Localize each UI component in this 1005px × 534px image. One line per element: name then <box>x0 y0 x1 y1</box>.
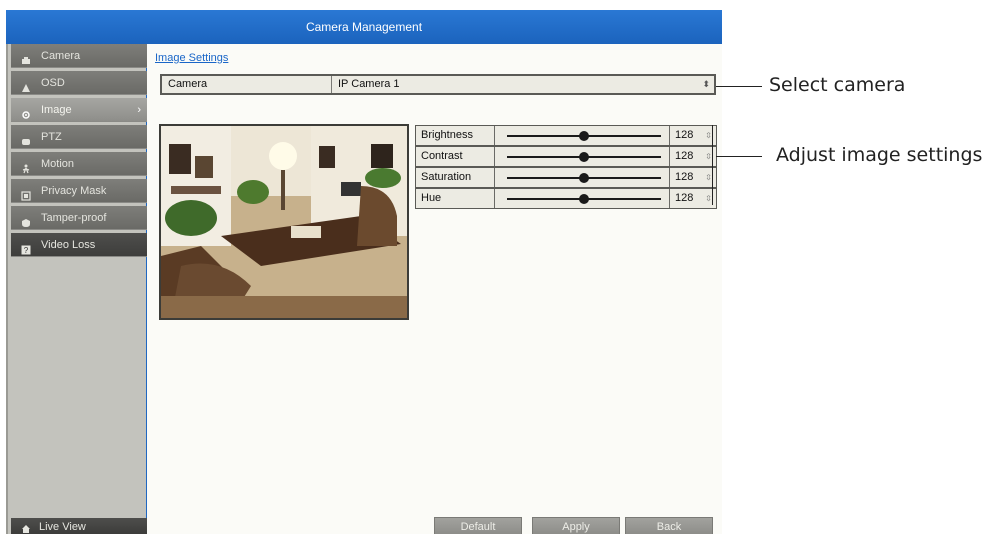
sidebar-item-osd[interactable]: OSD <box>11 71 149 95</box>
adjust-row-saturation: Saturation 128 ⇳ <box>415 167 717 188</box>
spinner-icon[interactable]: ⇳ <box>705 168 712 187</box>
chevron-right-icon: › <box>137 104 141 116</box>
hue-value[interactable]: 128 ⇳ <box>670 189 716 208</box>
sidebar-item-label: Tamper-proof <box>41 211 107 224</box>
slider-knob[interactable] <box>579 173 589 183</box>
brightness-value[interactable]: 128 ⇳ <box>670 126 716 145</box>
spinner-icon[interactable]: ⇳ <box>705 189 712 208</box>
image-adjustments: Brightness 128 ⇳ Contrast 128 ⇳ Saturati… <box>415 125 717 209</box>
default-button[interactable]: Default <box>434 517 522 534</box>
live-view-button[interactable]: Live View <box>11 518 149 534</box>
sidebar-item-image[interactable]: Image › <box>11 98 149 122</box>
sidebar-item-label: PTZ <box>41 130 62 143</box>
sidebar-item-label: Motion <box>41 157 75 170</box>
adjust-image-callout: Adjust image settings <box>776 144 983 166</box>
sidebar-item-privacy-mask[interactable]: Privacy Mask <box>11 179 149 203</box>
back-button[interactable]: Back <box>625 517 713 534</box>
sidebar: Camera OSD Image › PTZ Motion Privacy Ma… <box>6 44 149 534</box>
adjust-row-hue: Hue 128 ⇳ <box>415 188 717 209</box>
sidebar-item-camera[interactable]: Camera <box>11 44 149 68</box>
adjust-label: Saturation <box>416 168 495 187</box>
adjust-value-text: 128 <box>675 129 694 141</box>
adjust-label: Contrast <box>416 147 495 166</box>
sidebar-item-tamper-proof[interactable]: Tamper-proof <box>11 206 149 230</box>
window-title: Camera Management <box>6 10 722 44</box>
osd-icon <box>21 78 31 92</box>
camera-dropdown[interactable]: IP Camera 1 ⬍ <box>332 76 714 93</box>
camera-dropdown-value: IP Camera 1 <box>338 78 400 90</box>
adjust-label: Hue <box>416 189 495 208</box>
sidebar-item-label: OSD <box>41 76 65 89</box>
main-panel: Image Settings Camera IP Camera 1 ⬍ Brig… <box>147 44 722 534</box>
sidebar-item-motion[interactable]: Motion <box>11 152 149 176</box>
contrast-value[interactable]: 128 ⇳ <box>670 147 716 166</box>
sidebar-item-label: Video Loss <box>41 238 96 251</box>
spinner-icon[interactable]: ⇳ <box>705 126 712 145</box>
adjust-bracket-line <box>712 125 713 205</box>
adjust-value-text: 128 <box>675 192 694 204</box>
slider-knob[interactable] <box>579 131 589 141</box>
image-icon <box>21 105 31 119</box>
brightness-slider[interactable] <box>495 126 670 145</box>
ptz-icon <box>21 132 31 145</box>
adjust-row-contrast: Contrast 128 ⇳ <box>415 146 717 167</box>
camera-select-row: Camera IP Camera 1 ⬍ <box>160 74 716 95</box>
tamper-proof-icon <box>21 213 31 227</box>
dropdown-arrow-icon: ⬍ <box>702 79 710 89</box>
camera-preview-image <box>159 124 409 320</box>
slider-knob[interactable] <box>579 152 589 162</box>
live-view-label: Live View <box>39 521 86 533</box>
hue-slider[interactable] <box>495 189 670 208</box>
sidebar-item-label: Camera <box>41 49 81 62</box>
camera-management-window: Camera Management Camera OSD Image › PTZ… <box>6 10 722 534</box>
adjust-label: Brightness <box>416 126 495 145</box>
adjust-value-text: 128 <box>675 150 694 162</box>
slider-knob[interactable] <box>579 194 589 204</box>
camera-icon <box>21 51 31 64</box>
sidebar-item-label: Privacy Mask <box>41 184 107 197</box>
adjust-row-brightness: Brightness 128 ⇳ <box>415 125 717 146</box>
adjust-value-text: 128 <box>675 171 694 183</box>
contrast-slider[interactable] <box>495 147 670 166</box>
section-title[interactable]: Image Settings <box>155 52 228 64</box>
camera-label: Camera <box>162 76 332 93</box>
svg-text:?: ? <box>24 246 29 255</box>
home-icon <box>21 522 31 533</box>
privacy-mask-icon <box>21 186 31 201</box>
spinner-icon[interactable]: ⇳ <box>705 147 712 166</box>
adjust-image-leader-line <box>716 156 762 157</box>
apply-button[interactable]: Apply <box>532 517 620 534</box>
select-camera-leader-line <box>716 86 762 87</box>
sidebar-item-label: Image <box>41 103 72 116</box>
saturation-slider[interactable] <box>495 168 670 187</box>
select-camera-callout: Select camera <box>769 74 906 96</box>
sidebar-item-video-loss[interactable]: ? Video Loss <box>11 233 149 257</box>
video-loss-icon: ? <box>21 240 31 255</box>
sidebar-item-ptz[interactable]: PTZ <box>11 125 149 149</box>
motion-icon <box>21 159 31 173</box>
saturation-value[interactable]: 128 ⇳ <box>670 168 716 187</box>
